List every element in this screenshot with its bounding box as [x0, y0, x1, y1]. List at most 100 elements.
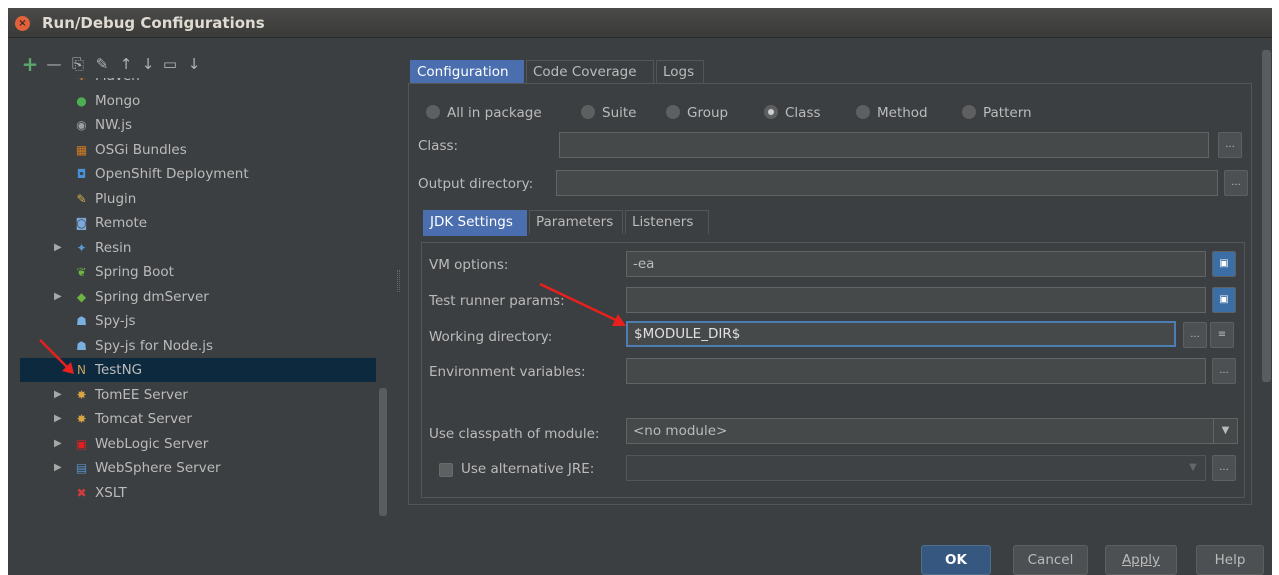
tree-item-osgi-bundles[interactable]: ▦ OSGi Bundles	[20, 138, 376, 162]
xslt-icon: ✖	[76, 485, 87, 500]
output-directory-browse-button[interactable]: ...	[1224, 170, 1248, 196]
tree-item-weblogic-server[interactable]: ▶ ▣ WebLogic Server	[20, 432, 376, 456]
tab-code-coverage[interactable]: Code Coverage	[526, 60, 654, 84]
tree-item-label: TomEE Server	[95, 386, 188, 403]
tree-item-xslt[interactable]: ✖ XSLT	[20, 481, 376, 505]
move-up-icon[interactable]: ↑	[116, 54, 136, 74]
environment-variables-label: Environment variables:	[429, 364, 586, 380]
radio-all-in-package[interactable]: All in package	[426, 103, 542, 123]
alt-jre-checkbox[interactable]	[439, 463, 453, 477]
osgi-icon: ▦	[75, 142, 88, 157]
class-browse-button[interactable]: ...	[1218, 132, 1242, 158]
tab-configuration[interactable]: Configuration	[410, 60, 524, 84]
alt-jre-label: Use alternative JRE:	[461, 461, 595, 477]
apply-button[interactable]: Apply	[1105, 545, 1177, 575]
output-directory-field[interactable]	[556, 170, 1218, 196]
plugin-icon: ✎	[76, 191, 87, 206]
cancel-button[interactable]: Cancel	[1013, 545, 1088, 575]
tree-item-label: Resin	[95, 239, 132, 256]
tree-item-mongo[interactable]: ● Mongo	[20, 89, 376, 113]
tree-item-label: Spring dmServer	[95, 288, 209, 305]
tomcat-icon: ✸	[76, 412, 87, 426]
classpath-module-select[interactable]: <no module> ▼	[626, 418, 1238, 444]
add-icon[interactable]: +	[20, 54, 40, 74]
tab-jdk-settings[interactable]: JDK Settings	[423, 210, 527, 236]
close-icon[interactable]: ×	[15, 16, 30, 31]
folder-icon[interactable]: ▭	[160, 54, 180, 74]
expand-arrow-icon[interactable]: ▶	[54, 432, 66, 456]
tree-item-remote[interactable]: ◙ Remote	[20, 211, 376, 235]
macro-icon[interactable]: ≡	[1210, 322, 1234, 348]
splitter-handle[interactable]	[397, 270, 400, 292]
expand-arrow-icon[interactable]: ▶	[54, 407, 66, 431]
chevron-down-icon[interactable]: ▼	[1213, 419, 1237, 443]
tree-item-label: Spy-js for Node.js	[95, 337, 213, 354]
tree-item-label: Remote	[95, 215, 148, 231]
radio-pattern[interactable]: Pattern	[962, 103, 1032, 123]
test-runner-params-field[interactable]	[626, 287, 1206, 313]
environment-variables-field[interactable]	[626, 358, 1206, 384]
ok-button[interactable]: OK	[921, 545, 991, 575]
edit-defaults-icon[interactable]: ✎	[92, 54, 112, 74]
class-label: Class:	[418, 138, 459, 154]
vm-options-label: VM options:	[429, 257, 509, 273]
radio-method[interactable]: Method	[856, 103, 928, 123]
tree-item-resin[interactable]: ▶ ✦ Resin	[20, 236, 376, 260]
sort-icon[interactable]: ↓	[184, 54, 204, 74]
alt-jre-browse-button[interactable]: ...	[1212, 455, 1236, 481]
tree-item-websphere-server[interactable]: ▶ ▤ WebSphere Server	[20, 456, 376, 480]
remove-icon[interactable]: —	[44, 54, 64, 74]
weblogic-icon: ▣	[75, 436, 88, 451]
move-down-icon[interactable]: ↓	[138, 54, 158, 74]
radio-group[interactable]: Group	[666, 103, 728, 123]
tree-item-plugin[interactable]: ✎ Plugin	[20, 187, 376, 211]
radio-suite[interactable]: Suite	[581, 103, 636, 123]
tree-item-openshift-deployment[interactable]: ◘ OpenShift Deployment	[20, 162, 376, 186]
spyjs-icon: ☗	[76, 314, 87, 328]
tree-scrollbar[interactable]	[379, 388, 387, 516]
radio-class[interactable]: Class	[764, 103, 821, 123]
apply-label: Apply	[1121, 552, 1161, 568]
title-bar: × Run/Debug Configurations	[8, 8, 1272, 38]
maven-icon: ✱	[74, 78, 89, 84]
help-button[interactable]: Help	[1196, 545, 1264, 575]
annotation-arrow-icon	[39, 339, 74, 374]
tree-item-spring-dmserver[interactable]: ▶ ◆ Spring dmServer	[20, 285, 376, 309]
expand-arrow-icon[interactable]: ▶	[54, 236, 66, 260]
expand-arrow-icon[interactable]: ▶	[54, 285, 66, 309]
working-directory-field[interactable]: $MODULE_DIR$	[626, 321, 1176, 347]
tree-item-tomcat-server[interactable]: ▶ ✸ Tomcat Server	[20, 407, 376, 431]
tab-listeners[interactable]: Listeners	[625, 210, 709, 234]
expand-icon[interactable]: ▣	[1212, 287, 1236, 313]
working-directory-browse-button[interactable]: ...	[1183, 322, 1207, 348]
class-field[interactable]	[559, 132, 1209, 158]
copy-icon[interactable]: ⎘	[68, 54, 88, 74]
main-scrollbar[interactable]	[1262, 50, 1271, 382]
tree-item-label: Mongo	[95, 92, 141, 109]
tab-parameters[interactable]: Parameters	[529, 210, 623, 234]
classpath-module-value: <no module>	[633, 423, 728, 439]
mongo-icon: ●	[76, 93, 87, 108]
output-directory-label: Output directory:	[418, 176, 534, 192]
tab-logs[interactable]: Logs	[656, 60, 704, 84]
tomee-icon: ✸	[76, 387, 87, 402]
tree-item-spy-js[interactable]: ☗ Spy-js	[20, 309, 376, 333]
tree-item-label: Spring Boot	[95, 264, 174, 280]
spring-dmserver-icon: ◆	[76, 289, 87, 304]
tree-item-spring-boot[interactable]: ❦ Spring Boot	[20, 260, 376, 284]
expand-arrow-icon[interactable]: ▶	[54, 456, 66, 480]
expand-icon[interactable]: ▣	[1212, 251, 1236, 277]
alt-jre-select[interactable]: ▼	[626, 455, 1206, 481]
working-directory-label: Working directory:	[429, 329, 553, 345]
vm-options-field[interactable]: -ea	[626, 251, 1206, 277]
environment-variables-browse-button[interactable]: ...	[1212, 358, 1236, 384]
expand-arrow-icon[interactable]: ▶	[54, 383, 66, 407]
run-debug-dialog: × Run/Debug Configurations + — ⎘ ✎ ↑ ↓ ▭…	[8, 8, 1272, 575]
tree-item-label: Maven	[95, 78, 140, 88]
remote-icon: ◙	[75, 216, 88, 230]
tree-item-tomee-server[interactable]: ▶ ✸ TomEE Server	[20, 383, 376, 407]
chevron-down-icon[interactable]: ▼	[1181, 456, 1205, 480]
tree-item-nw-js[interactable]: ◉ NW.js	[20, 113, 376, 137]
tree-item-maven[interactable]: ✱ Maven	[20, 78, 376, 88]
dialog-title: Run/Debug Configurations	[42, 14, 265, 32]
